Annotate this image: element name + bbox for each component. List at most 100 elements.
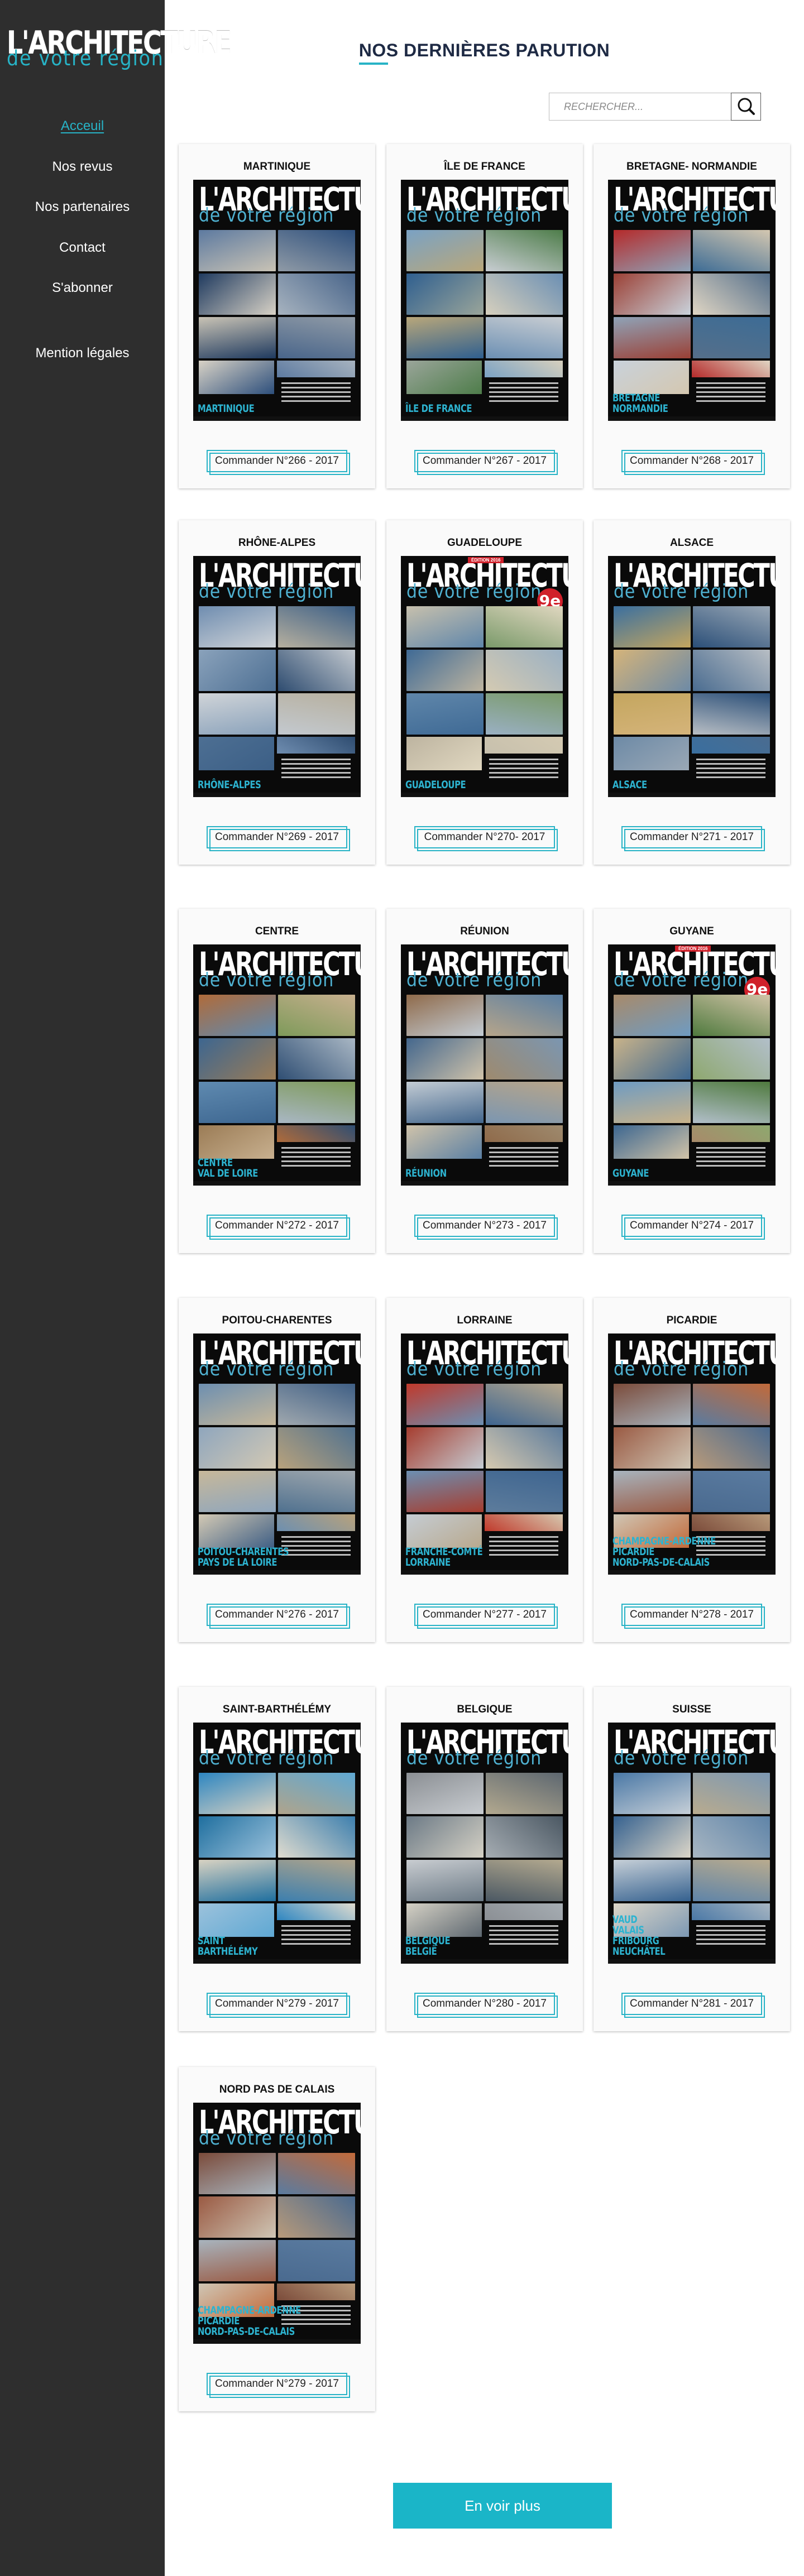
- issue-cover-image[interactable]: L'ARCHITECTURE de votre région: [401, 944, 568, 1186]
- cover-footer: [608, 793, 776, 797]
- see-more-button[interactable]: En voir plus: [393, 2483, 612, 2529]
- search-icon: [738, 98, 755, 115]
- issue-cover-image[interactable]: L'ARCHITECTURE de votre région ÉDITION 2…: [401, 556, 568, 797]
- issue-cover-image[interactable]: L'ARCHITECTURE de votre région: [193, 180, 361, 421]
- nav-link-partenaires[interactable]: Nos partenaires: [35, 196, 130, 218]
- issue-card: SUISSE L'ARCHITECTURE de votre région: [594, 1687, 790, 2031]
- cover-photo: [278, 606, 355, 647]
- cover-photo: [199, 1471, 276, 1512]
- nav-link-abonner[interactable]: S'abonner: [52, 277, 113, 299]
- order-button[interactable]: Commander N°266 - 2017: [207, 450, 350, 475]
- issue-cover-image[interactable]: L'ARCHITECTURE de votre région ÉDITION 2…: [608, 944, 776, 1186]
- order-button[interactable]: Commander N°278 - 2017: [621, 1604, 765, 1629]
- cover-photo: [406, 230, 484, 271]
- issue-cover-image[interactable]: L'ARCHITECTURE de votre région: [193, 2103, 361, 2344]
- nav-link-mentions[interactable]: Mention légales: [35, 342, 129, 364]
- cover-photo: [486, 650, 563, 691]
- cover-brand: L'ARCHITECTURE de votre région: [406, 1337, 568, 1381]
- order-button[interactable]: Commander N°279 - 2017: [207, 2373, 350, 2398]
- cover-photo: [614, 1427, 691, 1469]
- cover-photo: [406, 1384, 484, 1425]
- issue-cover-image[interactable]: L'ARCHITECTURE de votre région: [193, 1723, 361, 1964]
- order-button-label: Commander N°278 - 2017: [630, 1609, 754, 1620]
- cover-photo: [278, 2240, 355, 2281]
- cover-photo: [278, 693, 355, 735]
- order-button[interactable]: Commander N°273 - 2017: [414, 1215, 558, 1240]
- cover-photo: [406, 1471, 484, 1512]
- nav-link-revus[interactable]: Nos revus: [52, 156, 112, 178]
- main-nav: Acceuil Nos revus Nos partenaires Contac…: [0, 115, 165, 382]
- issue-cover-image[interactable]: L'ARCHITECTURE de votre région: [401, 1333, 568, 1575]
- issue-cover-image[interactable]: L'ARCHITECTURE de votre région: [193, 1333, 361, 1575]
- cover-summary: [485, 380, 563, 411]
- order-button[interactable]: Commander N°277 - 2017: [414, 1604, 558, 1629]
- order-button[interactable]: Commander N°281 - 2017: [621, 1993, 765, 2018]
- order-button-label: Commander N°268 - 2017: [630, 455, 754, 467]
- cover-photo: [199, 1384, 276, 1425]
- cover-photo-grid: [406, 1384, 563, 1512]
- cover-photo: [278, 1860, 355, 1901]
- order-button[interactable]: Commander N°276 - 2017: [207, 1604, 350, 1629]
- order-button[interactable]: Commander N°279 - 2017: [207, 1993, 350, 2018]
- issue-card: LORRAINE L'ARCHITECTURE de votre région: [386, 1298, 583, 1642]
- order-button[interactable]: Commander N°267 - 2017: [414, 450, 558, 475]
- cover-photo: [278, 230, 355, 271]
- cover-brand-line-2: de votre région: [614, 204, 749, 227]
- cover-photo: [199, 2196, 276, 2238]
- order-button[interactable]: Commander N°269 - 2017: [207, 826, 350, 851]
- order-button[interactable]: Commander N°271 - 2017: [621, 826, 765, 851]
- search-button[interactable]: [731, 93, 761, 121]
- issue-card: RHÔNE-ALPES L'ARCHITECTURE de votre régi…: [179, 520, 375, 865]
- issue-region: POITOU-CHARENTES: [222, 1315, 332, 1326]
- cover-region-name: ÎLE DE FRANCE: [405, 402, 472, 415]
- issue-cover-image[interactable]: L'ARCHITECTURE de votre région: [401, 180, 568, 421]
- cover-photo: [614, 737, 689, 770]
- sidebar: L'ARCHITECTURE de votre région Acceuil N…: [0, 0, 232, 2576]
- issue-cover-image[interactable]: L'ARCHITECTURE de votre région: [608, 1723, 776, 1964]
- cover-photo: [406, 1514, 482, 1548]
- issue-cover-image[interactable]: L'ARCHITECTURE de votre région: [401, 1723, 568, 1964]
- cover-photo: [278, 1038, 355, 1080]
- order-button-label: Commander N°270- 2017: [424, 831, 545, 843]
- nav-link-accueil[interactable]: Acceuil: [61, 115, 104, 137]
- cover-summary: [485, 756, 563, 787]
- issue-cover-image[interactable]: L'ARCHITECTURE de votre région: [608, 1333, 776, 1575]
- issue-region: ÎLE DE FRANCE: [444, 161, 525, 172]
- cover-brand: L'ARCHITECTURE de votre région: [199, 183, 361, 228]
- issue-cover-image[interactable]: L'ARCHITECTURE de votre région: [608, 180, 776, 421]
- cover-photo: [406, 1773, 484, 1814]
- cover-photo: [485, 361, 563, 377]
- issue-cover-image[interactable]: L'ARCHITECTURE de votre région: [193, 944, 361, 1186]
- cover-photo: [278, 995, 355, 1036]
- site-logo[interactable]: L'ARCHITECTURE de votre région: [7, 28, 232, 71]
- cover-footer: [608, 416, 776, 421]
- cover-photo: [485, 1125, 563, 1142]
- issue-cover-image[interactable]: L'ARCHITECTURE de votre région: [193, 556, 361, 797]
- cover-photo: [199, 230, 276, 271]
- cover-photo: [278, 2153, 355, 2194]
- cover-edition-tag: ÉDITION 2016: [675, 946, 711, 952]
- issue-region: PICARDIE: [666, 1315, 717, 1326]
- cover-region-name: CENTRE VAL DE LOIRE: [198, 1157, 259, 1179]
- cover-photo: [278, 317, 355, 358]
- nav-link-contact[interactable]: Contact: [59, 237, 106, 259]
- issue-region: GUADELOUPE: [447, 537, 523, 549]
- order-button[interactable]: Commander N°270- 2017: [414, 826, 558, 851]
- cover-brand-line-2: de votre région: [199, 2127, 334, 2150]
- cover-photo: [199, 1903, 274, 1937]
- cover-photo: [486, 1816, 563, 1858]
- order-button[interactable]: Commander N°272 - 2017: [207, 1215, 350, 1240]
- issue-cover-image[interactable]: L'ARCHITECTURE de votre région: [608, 556, 776, 797]
- issue-card: BELGIQUE L'ARCHITECTURE de votre région: [386, 1687, 583, 2031]
- order-button[interactable]: Commander N°280 - 2017: [414, 1993, 558, 2018]
- cover-footer: [193, 2339, 361, 2344]
- order-button-label: Commander N°280 - 2017: [423, 1998, 547, 2009]
- cover-photo: [693, 995, 770, 1036]
- search-input[interactable]: [549, 93, 731, 121]
- logo-line-2: de votre région: [7, 46, 164, 70]
- cover-brand-line-2: de votre région: [199, 581, 334, 603]
- cover-photo: [693, 1773, 770, 1814]
- order-button[interactable]: Commander N°274 - 2017: [621, 1215, 765, 1240]
- cover-photo: [486, 1773, 563, 1814]
- order-button[interactable]: Commander N°268 - 2017: [621, 450, 765, 475]
